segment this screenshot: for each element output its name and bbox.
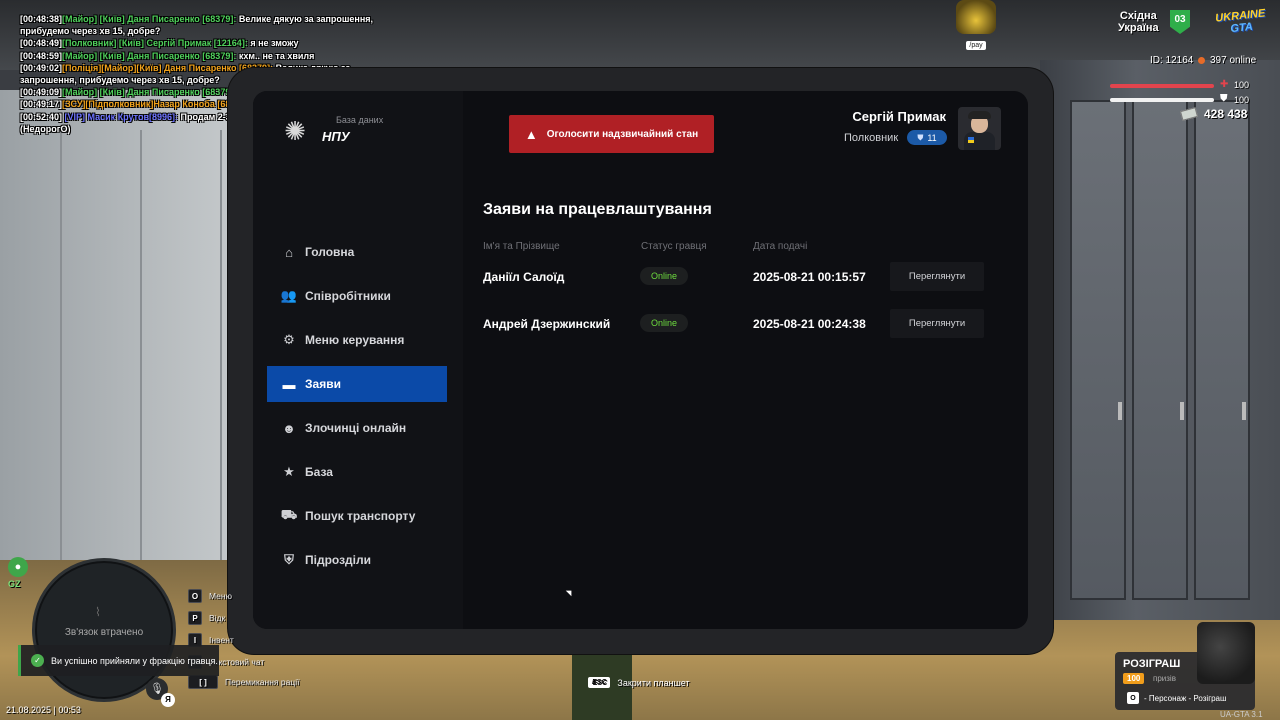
close-tablet-hint: ESC Закрити планшет bbox=[588, 677, 690, 688]
user-name: Сергій Примак bbox=[852, 109, 946, 124]
users-icon: 👥 bbox=[280, 288, 298, 303]
nav-item-home[interactable]: ⌂ Головна bbox=[267, 234, 447, 270]
chat-line: [00:48:59][Майор] [Київ] Даня Писаренко … bbox=[20, 50, 315, 61]
raffle-prizes: призів bbox=[1153, 674, 1176, 683]
raffle-count: 100 bbox=[1123, 673, 1145, 684]
nav-item-employees[interactable]: 👥 Співробітники bbox=[267, 278, 447, 314]
online-count: 397 online bbox=[1198, 55, 1256, 66]
esc-key: ESC bbox=[588, 677, 611, 688]
car-icon: ⛟ bbox=[280, 507, 298, 522]
raffle-widget[interactable]: РОЗІГРАШ 100 призів O- Персонаж - Розігр… bbox=[1115, 622, 1255, 710]
health-icon: ✚ bbox=[1220, 79, 1229, 90]
page-title: Заяви на працевлаштування bbox=[483, 201, 712, 218]
applicant-name: Андрей Дзержинский bbox=[483, 317, 611, 331]
mask-icon: ☻ bbox=[282, 420, 296, 436]
pay-widget[interactable]: /pay bbox=[955, 0, 997, 50]
column-header-name: Ім'я та Прізвище bbox=[483, 241, 560, 252]
greenzone-label: GZ bbox=[8, 579, 21, 589]
no-signal-icon: ⌇ bbox=[95, 605, 101, 619]
keybind-menu: O Меню bbox=[188, 589, 232, 603]
home-icon: ⌂ bbox=[285, 244, 293, 260]
warning-icon: ▲ bbox=[524, 126, 538, 142]
armor-bar bbox=[1110, 98, 1214, 102]
raffle-characters-image bbox=[1197, 622, 1255, 684]
chat-line: [00:48:49][Полковник] [Київ] Сергій Прим… bbox=[20, 38, 299, 49]
gear-icon: ⚙ bbox=[283, 332, 295, 347]
brand-subtitle: База даних bbox=[336, 115, 384, 125]
view-button[interactable]: Переглянути bbox=[890, 309, 984, 338]
health-bar bbox=[1110, 84, 1214, 88]
police-emblem-icon: ✺ bbox=[284, 116, 306, 146]
raffle-title: РОЗІГРАШ bbox=[1123, 658, 1181, 670]
datetime: 21.08.2025 | 00:53 bbox=[6, 705, 81, 715]
version-label: UA-GTA 3.1 bbox=[1220, 710, 1263, 719]
money-value: 428 438 bbox=[1204, 107, 1248, 121]
status-badge: Online bbox=[640, 314, 688, 332]
folder-icon: ▬ bbox=[282, 376, 296, 392]
rank-level-badge: ⛊ 11 bbox=[907, 130, 947, 145]
region-name: Східна Україна bbox=[1118, 10, 1159, 34]
lockers bbox=[1040, 60, 1280, 620]
nav-item-divisions[interactable]: ⛨ Підрозділи bbox=[267, 542, 447, 578]
car-icon bbox=[956, 0, 996, 34]
status-badge: Online bbox=[640, 267, 688, 285]
application-date: 2025-08-21 00:24:38 bbox=[753, 317, 866, 331]
minimap-status: Зв'язок втрачено bbox=[64, 627, 144, 638]
nav-item-applications[interactable]: ▬ Заяви bbox=[267, 366, 447, 402]
keybind-open: P Відк bbox=[188, 611, 225, 625]
raffle-footer: O- Персонаж - Розіграш bbox=[1127, 692, 1226, 704]
check-icon: ✓ bbox=[31, 654, 44, 667]
emergency-button[interactable]: ▲ Оголосити надзвичайний стан bbox=[509, 115, 714, 153]
nav-item-criminals-online[interactable]: ☻ Злочинці онлайн bbox=[267, 410, 447, 446]
rank-shield-icon: ⛊ bbox=[917, 132, 924, 142]
avatar bbox=[958, 107, 1001, 150]
pay-label: /pay bbox=[966, 41, 986, 50]
column-header-date: Дата подачі bbox=[753, 241, 808, 252]
health-value: 100 bbox=[1234, 80, 1250, 90]
sidebar: ✺ База даних НПУ ⌂ Головна 👥 Співробітни… bbox=[253, 91, 463, 629]
greenzone-icon: ● bbox=[8, 557, 28, 577]
star-icon: ★ bbox=[283, 464, 295, 479]
nav-item-vehicle-search[interactable]: ⛟ Пошук транспорту bbox=[267, 498, 447, 534]
notification-toast: ✓ Ви успішно прийняли у фракцію гравця. bbox=[18, 645, 219, 676]
view-button[interactable]: Переглянути bbox=[890, 262, 984, 291]
column-header-status: Статус гравця bbox=[641, 241, 707, 252]
nav-item-control-menu[interactable]: ⚙ Меню керування bbox=[267, 322, 447, 358]
shield-icon: ⛨ bbox=[284, 552, 294, 567]
brand-title: НПУ bbox=[322, 129, 350, 144]
armor-value: 100 bbox=[1234, 95, 1250, 105]
chat-line: [00:48:38][Майор] [Київ] Даня Писаренко … bbox=[20, 14, 374, 37]
keybind-radio: [ ] Перемикання рації bbox=[188, 675, 299, 689]
brand: ✺ База даних НПУ bbox=[280, 111, 450, 151]
voice-badge: Я bbox=[161, 693, 175, 707]
applicant-name: Даніїл Салоїд bbox=[483, 270, 565, 284]
tablet-screen: ✺ База даних НПУ ⌂ Головна 👥 Співробітни… bbox=[253, 91, 1028, 629]
application-date: 2025-08-21 00:15:57 bbox=[753, 270, 866, 284]
user-rank: Полковник bbox=[844, 132, 899, 144]
nav-item-base[interactable]: ★ База bbox=[267, 454, 447, 490]
player-id: ID: 12164 bbox=[1150, 55, 1194, 66]
armor-icon: ⛊ bbox=[1220, 93, 1228, 104]
